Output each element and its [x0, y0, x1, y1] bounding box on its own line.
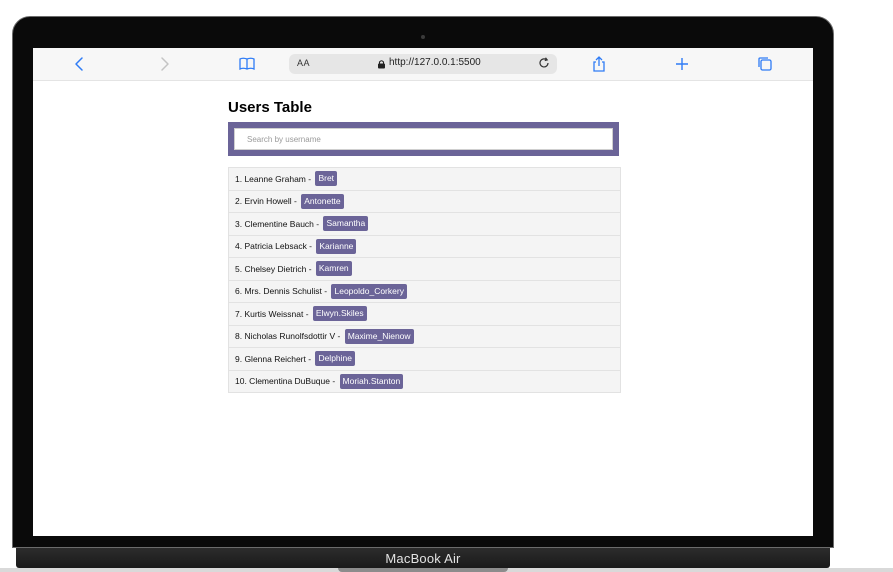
bookmarks-icon[interactable]	[238, 55, 256, 73]
username-badge: Bret	[315, 171, 338, 187]
users-list: 1. Leanne Graham - Bret 2. Ervin Howell -…	[228, 167, 621, 393]
new-tab-icon[interactable]	[673, 55, 691, 73]
user-label: 3. Clementine Bauch -	[235, 218, 322, 229]
list-item: 5. Chelsey Dietrich - Kamren	[229, 258, 620, 281]
username-badge: Delphine	[315, 351, 355, 367]
username-badge: Leopoldo_Corkery	[331, 283, 407, 299]
share-icon[interactable]	[590, 55, 608, 73]
list-item: 7. Kurtis Weissnat - Elwyn.Skiles	[229, 303, 620, 326]
user-label: 1. Leanne Graham -	[235, 173, 314, 184]
text-size-button[interactable]: AA	[297, 58, 310, 68]
username-badge: Karianne	[316, 238, 357, 254]
lock-icon	[378, 60, 385, 69]
user-label: 5. Chelsey Dietrich -	[235, 263, 314, 274]
back-icon[interactable]	[71, 55, 89, 73]
username-badge: Maxime_Nienow	[344, 328, 414, 344]
tabs-icon[interactable]	[756, 55, 774, 73]
laptop-notch	[338, 568, 508, 572]
list-item: 10. Clementina DuBuque - Moriah.Stanton	[229, 370, 620, 393]
list-item: 9. Glenna Reichert - Delphine	[229, 348, 620, 371]
user-label: 2. Ervin Howell -	[235, 196, 300, 207]
username-badge: Samantha	[323, 216, 369, 232]
browser-toolbar: AA http://127.0.0.1:5500	[33, 48, 813, 81]
laptop-base: MacBook Air	[16, 548, 830, 568]
forward-icon[interactable]	[155, 55, 173, 73]
username-badge: Elwyn.Skiles	[312, 306, 367, 322]
model-label: MacBook Air	[385, 551, 461, 566]
user-label: 6. Mrs. Dennis Schulist -	[235, 286, 330, 297]
page-title: Users Table	[228, 99, 312, 116]
address-bar[interactable]: AA http://127.0.0.1:5500	[289, 54, 557, 74]
screen: AA http://127.0.0.1:5500 Users Table Sea…	[33, 48, 813, 536]
camera	[421, 35, 425, 39]
user-label: 4. Patricia Lebsack -	[235, 241, 315, 252]
list-item: 6. Mrs. Dennis Schulist - Leopoldo_Corke…	[229, 280, 620, 303]
reload-icon[interactable]	[537, 56, 551, 70]
list-item: 4. Patricia Lebsack - Karianne	[229, 235, 620, 258]
list-item: 1. Leanne Graham - Bret	[229, 168, 620, 191]
list-item: 2. Ervin Howell - Antonette	[229, 190, 620, 213]
username-badge: Antonette	[301, 193, 344, 209]
list-item: 3. Clementine Bauch - Samantha	[229, 213, 620, 236]
url-text: http://127.0.0.1:5500	[389, 57, 481, 68]
user-label: 10. Clementina DuBuque -	[235, 376, 338, 387]
list-item: 8. Nicholas Runolfsdottir V - Maxime_Nie…	[229, 325, 620, 348]
search-input[interactable]	[234, 128, 613, 150]
user-label: 8. Nicholas Runolfsdottir V -	[235, 331, 343, 342]
user-label: 9. Glenna Reichert -	[235, 353, 314, 364]
user-label: 7. Kurtis Weissnat -	[235, 308, 311, 319]
username-badge: Moriah.Stanton	[339, 373, 404, 389]
username-badge: Kamren	[315, 261, 352, 277]
search-container	[228, 122, 619, 156]
